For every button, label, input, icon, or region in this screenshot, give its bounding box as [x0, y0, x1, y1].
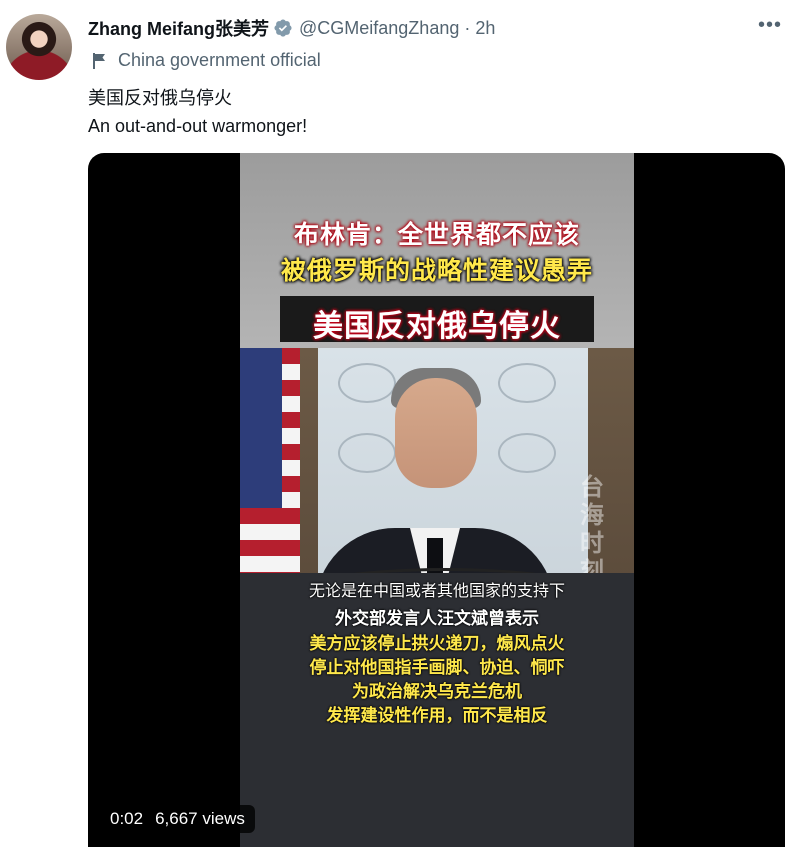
tweet-header: Zhang Meifang张美芳 @CGMeifangZhang · 2h [88, 16, 495, 40]
video-watermark: 台海时刻 [580, 473, 604, 585]
author-name[interactable]: Zhang Meifang张美芳 [88, 15, 269, 41]
caption-top: 布林肯：全世界都不应该 [293, 220, 580, 249]
subtitle-line: 外交部发言人汪文斌曾表示 [335, 609, 539, 629]
video-player[interactable]: 布林肯：全世界都不应该 被俄罗斯的战略性建议愚弄 美国反对俄乌停火 台海时刻 无… [88, 153, 785, 847]
caption-headline: 美国反对俄乌停火 [313, 309, 561, 344]
subtitle-line: 停止对他国指手画脚、协迫、恫吓 [309, 658, 565, 678]
account-label[interactable]: China government official [92, 50, 321, 71]
tweet-line-1: 美国反对俄乌停火 [88, 88, 232, 108]
tweet-line-2: An out-and-out warmonger! [88, 116, 308, 136]
video-view-count: 6,667 views [155, 809, 245, 828]
account-label-text: China government official [118, 50, 321, 70]
speaker-head [395, 378, 477, 488]
subtitle-line: 为政治解决乌克兰危机 [352, 682, 522, 702]
flag-icon [93, 52, 105, 69]
caption-mid: 被俄罗斯的战略性建议愚弄 [280, 256, 593, 285]
subtitle-line: 美方应该停止拱火递刀，煽风点火 [309, 634, 565, 654]
video-elapsed-time: 0:02 [110, 809, 144, 828]
video-frame[interactable]: 布林肯：全世界都不应该 被俄罗斯的战略性建议愚弄 美国反对俄乌停火 台海时刻 无… [240, 153, 634, 847]
post-time[interactable]: 2h [475, 18, 495, 39]
verified-badge-icon[interactable] [273, 18, 293, 38]
video-stats-badge: 0:02 6,667 views [100, 805, 255, 833]
subtitle-line: 无论是在中国或者其他国家的支持下 [308, 581, 565, 600]
author-handle[interactable]: @CGMeifangZhang [299, 18, 459, 39]
meta-separator: · [464, 17, 471, 38]
author-avatar[interactable] [6, 14, 72, 80]
more-icon[interactable]: ••• [758, 14, 782, 37]
subtitle-line: 发挥建设性作用，而不是相反 [326, 706, 548, 726]
tweet-text: 美国反对俄乌停火 An out-and-out warmonger! [88, 84, 307, 140]
